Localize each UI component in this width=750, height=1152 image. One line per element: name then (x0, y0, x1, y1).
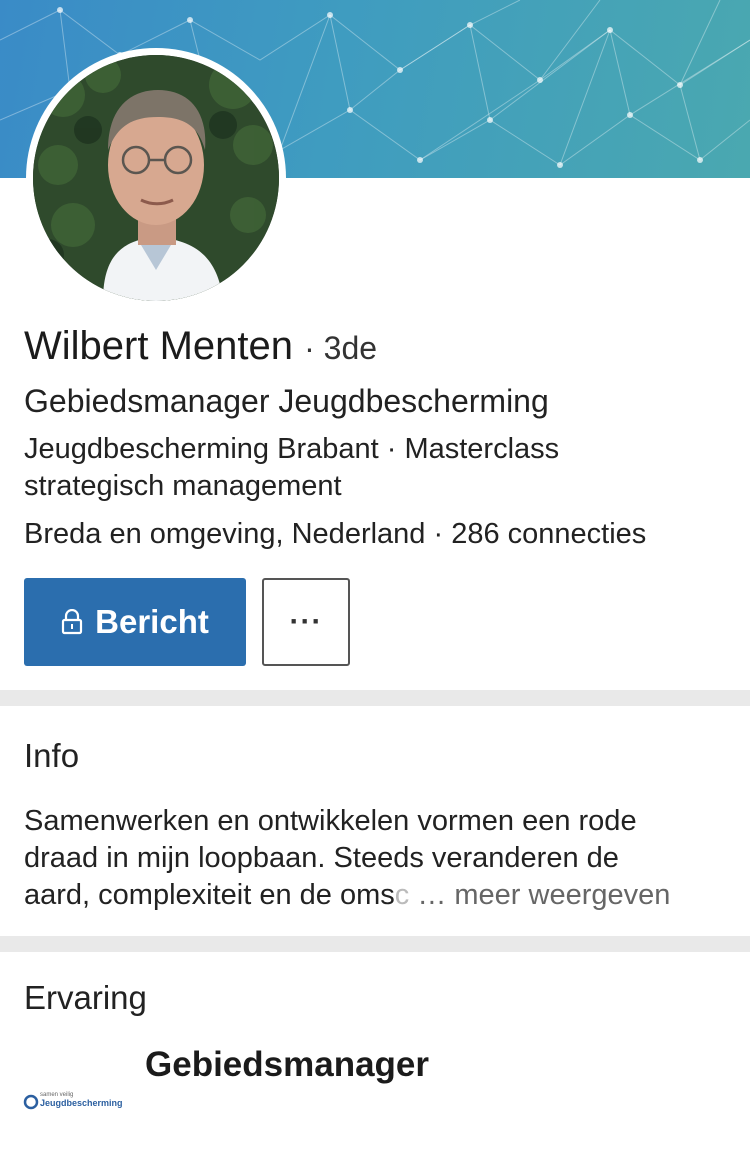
info-line-3-faded: c (394, 879, 410, 911)
ellipsis-icon: ··· (289, 605, 323, 638)
connection-degree: · 3de (304, 330, 378, 366)
profile-photo (33, 55, 279, 301)
info-line-2: draad in mijn loopbaan. Steeds verandere… (24, 842, 619, 874)
info-line-1: Samenwerken en ontwikkelen vormen een ro… (24, 805, 637, 837)
message-button[interactable]: Bericht (24, 578, 246, 666)
experience-title: Ervaring (24, 979, 147, 1016)
more-actions-button[interactable]: ··· (262, 578, 350, 666)
profile-name-line: Wilbert Menten · 3de (24, 322, 377, 372)
info-line-3: aard, complexiteit en de omsc … meer wee… (24, 877, 736, 914)
experience-role[interactable]: Gebiedsmanager (145, 1044, 429, 1086)
avatar[interactable] (26, 48, 286, 308)
profile-top-card: Wilbert Menten · 3de Gebiedsmanager Jeug… (0, 0, 750, 690)
info-summary: Samenwerken en ontwikkelen vormen een ro… (24, 803, 736, 914)
show-more-link[interactable]: … meer weergeven (417, 879, 670, 911)
company-logo[interactable]: samen veilig Jeugdbescherming (22, 1070, 122, 1110)
message-button-label: Bericht (95, 603, 209, 640)
lock-icon (62, 609, 83, 635)
experience-section: Ervaring samen veilig Jeugdbescherming G… (0, 952, 750, 1152)
profile-location[interactable]: Breda en omgeving, Nederland · 286 conne… (24, 515, 744, 553)
profile-company: Jeugdbescherming Brabant · Masterclass s… (24, 431, 724, 505)
info-section: Info Samenwerken en ontwikkelen vormen e… (0, 706, 750, 936)
info-title: Info (24, 737, 80, 774)
profile-headline: Gebiedsmanager Jeugdbescherming (24, 383, 549, 419)
info-line-3-text: aard, complexiteit en de oms (24, 879, 395, 911)
company-line-2: strategisch management (24, 470, 342, 502)
company-line-1: Jeugdbescherming Brabant · Masterclass (24, 433, 560, 465)
logo-wordmark: Jeugdbescherming (40, 1098, 122, 1108)
profile-name: Wilbert Menten (24, 324, 293, 368)
